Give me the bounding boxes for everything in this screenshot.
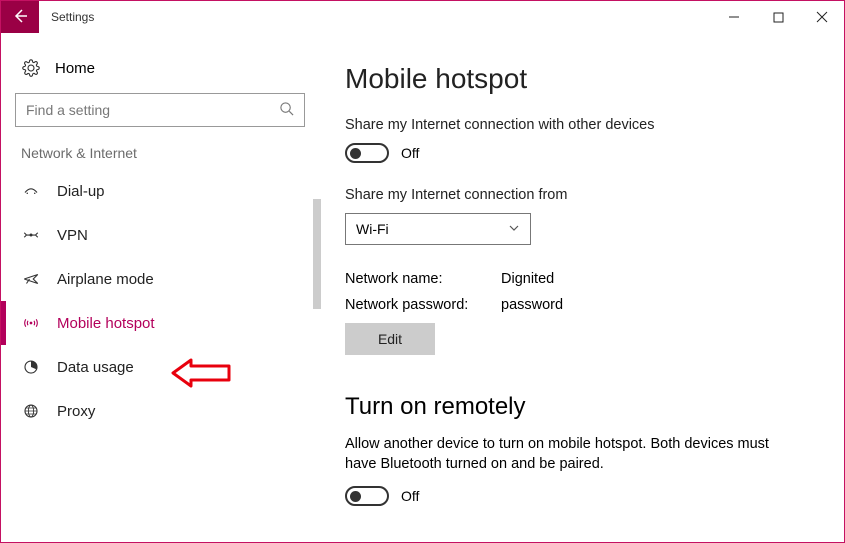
sidebar-item-label: Proxy (57, 403, 95, 420)
page-title: Mobile hotspot (345, 63, 820, 95)
toggle-knob (350, 491, 361, 502)
phone-icon (21, 182, 41, 200)
close-button[interactable] (800, 1, 844, 33)
maximize-button[interactable] (756, 1, 800, 33)
network-password-row: Network password: password (345, 297, 820, 313)
sidebar-item-label: Data usage (57, 359, 134, 376)
window-controls (712, 1, 844, 33)
sidebar-item-proxy[interactable]: Proxy (15, 389, 307, 433)
sidebar-nav-list: Dial-up VPN Airplane mode (15, 169, 307, 433)
sidebar: Home Find a setting Network & Internet D… (1, 33, 321, 542)
share-toggle[interactable] (345, 143, 389, 163)
remote-toggle-row: Off (345, 486, 820, 506)
settings-window: Settings Home Find a setting (0, 0, 845, 543)
sidebar-item-label: Dial-up (57, 183, 105, 200)
window-title: Settings (39, 1, 94, 33)
back-button[interactable] (1, 1, 39, 33)
search-icon (279, 101, 294, 119)
sidebar-home-label: Home (55, 60, 95, 77)
vpn-icon (21, 226, 41, 244)
gear-icon (21, 59, 41, 77)
share-toggle-row: Off (345, 143, 820, 163)
remote-title: Turn on remotely (345, 393, 820, 421)
from-label: Share my Internet connection from (345, 187, 820, 203)
sidebar-item-vpn[interactable]: VPN (15, 213, 307, 257)
sidebar-item-dialup[interactable]: Dial-up (15, 169, 307, 213)
globe-icon (21, 402, 41, 420)
sidebar-item-label: VPN (57, 227, 88, 244)
network-name-key: Network name: (345, 271, 501, 287)
remote-toggle-state: Off (401, 488, 419, 504)
arrow-left-icon (12, 8, 28, 27)
dropdown-value: Wi-Fi (356, 221, 389, 237)
sidebar-item-label: Mobile hotspot (57, 315, 155, 332)
network-name-row: Network name: Dignited (345, 271, 820, 287)
edit-button-label: Edit (378, 331, 402, 347)
titlebar: Settings (1, 1, 844, 33)
main-panel: Mobile hotspot Share my Internet connect… (321, 33, 844, 542)
sidebar-home[interactable]: Home (15, 51, 307, 91)
edit-button[interactable]: Edit (345, 323, 435, 355)
hotspot-icon (21, 314, 41, 332)
connection-from-dropdown[interactable]: Wi-Fi (345, 213, 531, 245)
airplane-icon (21, 270, 41, 288)
chevron-down-icon (508, 221, 520, 237)
sidebar-scrollbar[interactable] (313, 205, 321, 475)
sidebar-section-header: Network & Internet (15, 145, 307, 169)
sidebar-item-label: Airplane mode (57, 271, 154, 288)
share-label: Share my Internet connection with other … (345, 117, 820, 133)
share-toggle-state: Off (401, 145, 419, 161)
search-placeholder: Find a setting (26, 102, 279, 118)
search-input[interactable]: Find a setting (15, 93, 305, 127)
sidebar-item-airplane[interactable]: Airplane mode (15, 257, 307, 301)
remote-toggle[interactable] (345, 486, 389, 506)
network-password-key: Network password: (345, 297, 501, 313)
data-icon (21, 358, 41, 376)
selection-indicator (1, 301, 6, 345)
content-area: Home Find a setting Network & Internet D… (1, 33, 844, 542)
scrollbar-thumb[interactable] (313, 199, 321, 309)
minimize-button[interactable] (712, 1, 756, 33)
toggle-knob (350, 148, 361, 159)
sidebar-item-datausage[interactable]: Data usage (15, 345, 307, 389)
network-name-value: Dignited (501, 271, 554, 287)
remote-desc: Allow another device to turn on mobile h… (345, 435, 785, 474)
sidebar-item-hotspot[interactable]: Mobile hotspot (15, 301, 307, 345)
network-password-value: password (501, 297, 563, 313)
